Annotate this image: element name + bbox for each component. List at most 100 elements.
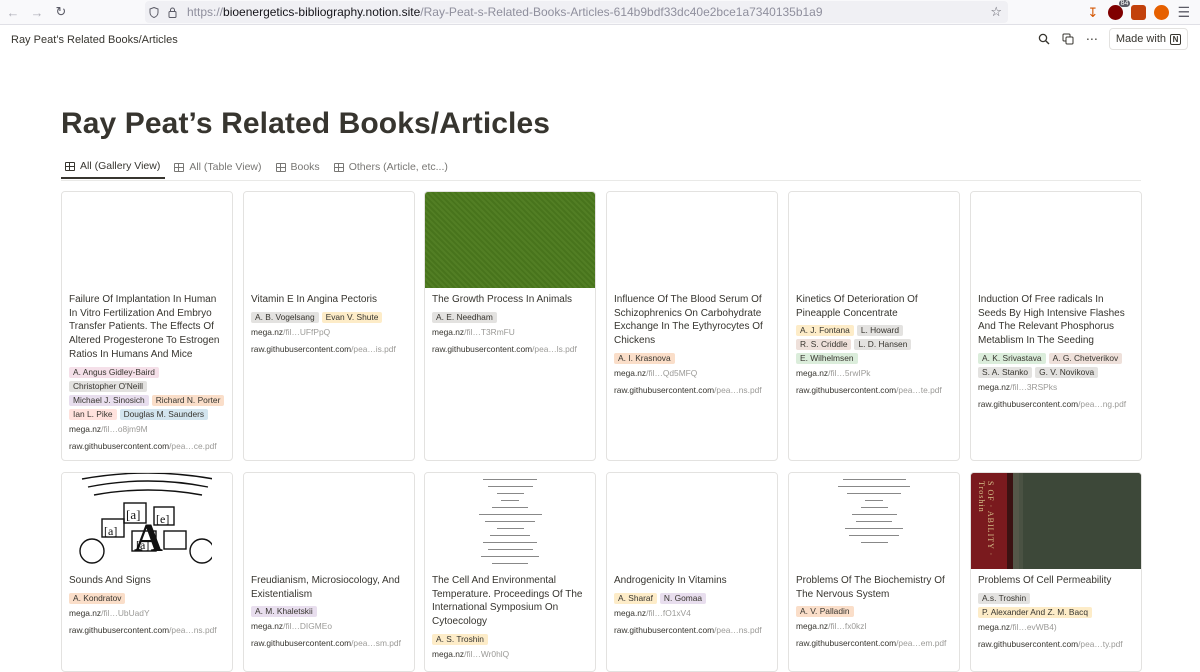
github-link[interactable]: raw.githubusercontent.com/pea…ng.pdf <box>978 399 1134 410</box>
card-title: Androgenicity In Vitamins <box>614 575 727 586</box>
author-tags: A. Angus Gidley-Baird Christopher O'Neill… <box>69 366 225 420</box>
more-options-icon[interactable]: ⋯ <box>1085 32 1099 46</box>
author-tag: R. S. Criddle <box>796 339 852 351</box>
made-with-notion-button[interactable]: Made with N <box>1108 28 1188 50</box>
link-host: mega.nz <box>69 607 102 618</box>
card-body: Kinetics Of Deterioration Of Pineapple C… <box>789 288 959 396</box>
gallery-card[interactable]: Vitamin E In Angina Pectoris A. B. Vogels… <box>243 191 415 461</box>
tab-label: All (Table View) <box>189 161 262 173</box>
author-tag: Michael J. Sinosich <box>69 394 149 406</box>
gallery-card[interactable]: Freudianism, Microsiocology, And Existen… <box>243 472 415 672</box>
mega-link[interactable]: mega.nz/fil…fx0kzI <box>796 621 952 632</box>
mega-link[interactable]: mega.nz/fil…5rwIPk <box>796 368 952 379</box>
bookmark-star-icon[interactable]: ☆ <box>990 4 1002 20</box>
mega-link[interactable]: mega.nz/fil…evWB4) <box>978 622 1134 633</box>
author-tag: Ian L. Pike <box>69 408 117 420</box>
tab-label: Books <box>290 161 320 173</box>
link-path: /fil…T3RmFU <box>464 326 515 337</box>
tab-table-view[interactable]: All (Table View) <box>170 155 266 179</box>
page-title: Ray Peat’s Related Books/Articles <box>61 107 551 140</box>
tab-label: Others (Article, etc...) <box>348 161 448 173</box>
card-title: Problems Of The Biochemistry Of The Nerv… <box>796 575 945 600</box>
hamburger-menu-icon[interactable]: ☰ <box>1177 4 1190 21</box>
card-cover-image <box>62 192 232 288</box>
card-title: Induction Of Free radicals In Seeds By H… <box>978 294 1125 347</box>
card-body: Androgenicity In Vitamins A. Sharaf N. Gom… <box>607 569 777 636</box>
github-link[interactable]: raw.githubusercontent.com/pea…ns.pdf <box>614 385 770 396</box>
mega-link[interactable]: mega.nz/fil…DIGMEo <box>251 621 407 632</box>
link-host: raw.githubusercontent.com <box>251 638 352 649</box>
github-link[interactable]: raw.githubusercontent.com/pea…ns.pdf <box>69 625 225 636</box>
back-arrow-icon[interactable]: ← <box>1 0 25 24</box>
card-body: Vitamin E In Angina Pectoris A. B. Vogels… <box>244 288 414 355</box>
forward-arrow-icon[interactable]: → <box>25 0 49 24</box>
mega-link[interactable]: mega.nz/fil…Wr0hlQ <box>432 649 588 660</box>
github-link[interactable]: raw.githubusercontent.com/pea…ty.pdf <box>978 639 1134 650</box>
link-path: /fil…5rwIPk <box>828 368 871 379</box>
card-body: The Cell And Environmental Temperature. … <box>425 569 595 660</box>
shield-icon[interactable] <box>145 6 163 18</box>
github-link[interactable]: raw.githubusercontent.com/pea…te.pdf <box>796 385 952 396</box>
tabs-divider <box>61 180 1141 181</box>
gallery-card[interactable]: Influence Of The Blood Serum Of Schizoph… <box>606 191 778 461</box>
gallery-card[interactable]: S OF · ABILITY · Troshin Problems Of Cell… <box>970 472 1142 672</box>
link-host: mega.nz <box>978 381 1011 392</box>
breadcrumb[interactable]: Ray Peat’s Related Books/Articles <box>11 34 178 46</box>
tab-books[interactable]: Books <box>272 155 325 179</box>
github-link[interactable]: raw.githubusercontent.com/pea…sm.pdf <box>251 638 407 649</box>
mega-link[interactable]: mega.nz/fil…fO1xV4 <box>614 608 770 619</box>
gallery-card[interactable]: The Cell And Environmental Temperature. … <box>424 472 596 672</box>
duplicate-icon[interactable] <box>1061 32 1075 46</box>
github-link[interactable]: raw.githubusercontent.com/pea…ce.pdf <box>69 441 225 452</box>
svg-text:[a]: [a] <box>136 538 149 552</box>
gallery-card[interactable]: Androgenicity In Vitamins A. Sharaf N. Gom… <box>606 472 778 672</box>
link-host: mega.nz <box>796 621 829 632</box>
gallery-card[interactable]: Kinetics Of Deterioration Of Pineapple C… <box>788 191 960 461</box>
url-text[interactable]: https://bioenergetics-bibliography.notio… <box>187 5 823 19</box>
gallery-card[interactable]: Induction Of Free radicals In Seeds By H… <box>970 191 1142 461</box>
link-host: mega.nz <box>614 607 647 618</box>
firefox-extension-icon[interactable] <box>1154 5 1170 20</box>
link-path: /fil…UFfPpQ <box>283 326 331 337</box>
link-path: /fil…Qd5MFQ <box>646 367 698 378</box>
mega-link[interactable]: mega.nz/fil…T3RmFU <box>432 327 588 338</box>
gallery-card[interactable]: Failure Of Implantation In Human In Vitr… <box>61 191 233 461</box>
notion-logo-icon: N <box>1170 33 1181 45</box>
ublock-badge: 84 <box>1118 0 1131 7</box>
mega-link[interactable]: mega.nz/fil…UFfPpQ <box>251 327 407 338</box>
link-host: mega.nz <box>432 648 465 659</box>
link-path: /fil…DIGMEo <box>283 621 332 632</box>
notion-topbar: Ray Peat’s Related Books/Articles ⋯ Made… <box>0 25 1200 55</box>
mega-link[interactable]: mega.nz/fil…3RSPks <box>978 382 1134 393</box>
author-tags: A. E. Needham <box>432 311 588 323</box>
search-icon[interactable] <box>1037 32 1051 46</box>
address-bar[interactable]: https://bioenergetics-bibliography.notio… <box>145 1 1008 23</box>
github-link[interactable]: raw.githubusercontent.com/pea…is.pdf <box>251 344 407 355</box>
card-body: Sounds And Signs A. Kondratov mega.nz/fil…… <box>62 569 232 636</box>
author-tag: L. Howard <box>856 325 903 337</box>
tab-others[interactable]: Others (Article, etc...) <box>330 155 453 179</box>
author-tags: A. I. Krasnova <box>614 352 770 364</box>
author-tags: A. Kondratov <box>69 592 225 604</box>
link-host: raw.githubusercontent.com <box>251 343 352 354</box>
github-link[interactable]: raw.githubusercontent.com/pea…ns.pdf <box>614 625 770 636</box>
github-link[interactable]: raw.githubusercontent.com/pea…ls.pdf <box>432 344 588 355</box>
link-host: mega.nz <box>251 621 284 632</box>
download-icon[interactable]: ↧ <box>1085 5 1100 20</box>
gallery-card[interactable]: Problems Of The Biochemistry Of The Nerv… <box>788 472 960 672</box>
reload-icon[interactable]: ↻ <box>49 0 73 24</box>
author-tag: A. G. Chetverikov <box>1048 352 1123 364</box>
gallery-card[interactable]: A [a] [e] [a] [a] Sounds And Signs A. Kondrato… <box>61 472 233 672</box>
link-host: mega.nz <box>432 326 465 337</box>
lock-icon[interactable] <box>163 7 181 18</box>
gallery-card[interactable]: The Growth Process In Animals A. E. Needh… <box>424 191 596 461</box>
github-link[interactable]: raw.githubusercontent.com/pea…em.pdf <box>796 638 952 649</box>
tab-gallery-view[interactable]: All (Gallery View) <box>61 155 166 179</box>
mega-link[interactable]: mega.nz/fil…Qd5MFQ <box>614 368 770 379</box>
author-tags: A. M. Khaletskii <box>251 606 407 618</box>
mega-link[interactable]: mega.nz/fil…UbUadY <box>69 608 225 619</box>
ublock-icon[interactable]: 84 <box>1108 0 1131 20</box>
extension-icon[interactable] <box>1131 5 1147 20</box>
card-cover-image <box>425 192 595 288</box>
mega-link[interactable]: mega.nz/fil…o8jm9M <box>69 424 225 435</box>
